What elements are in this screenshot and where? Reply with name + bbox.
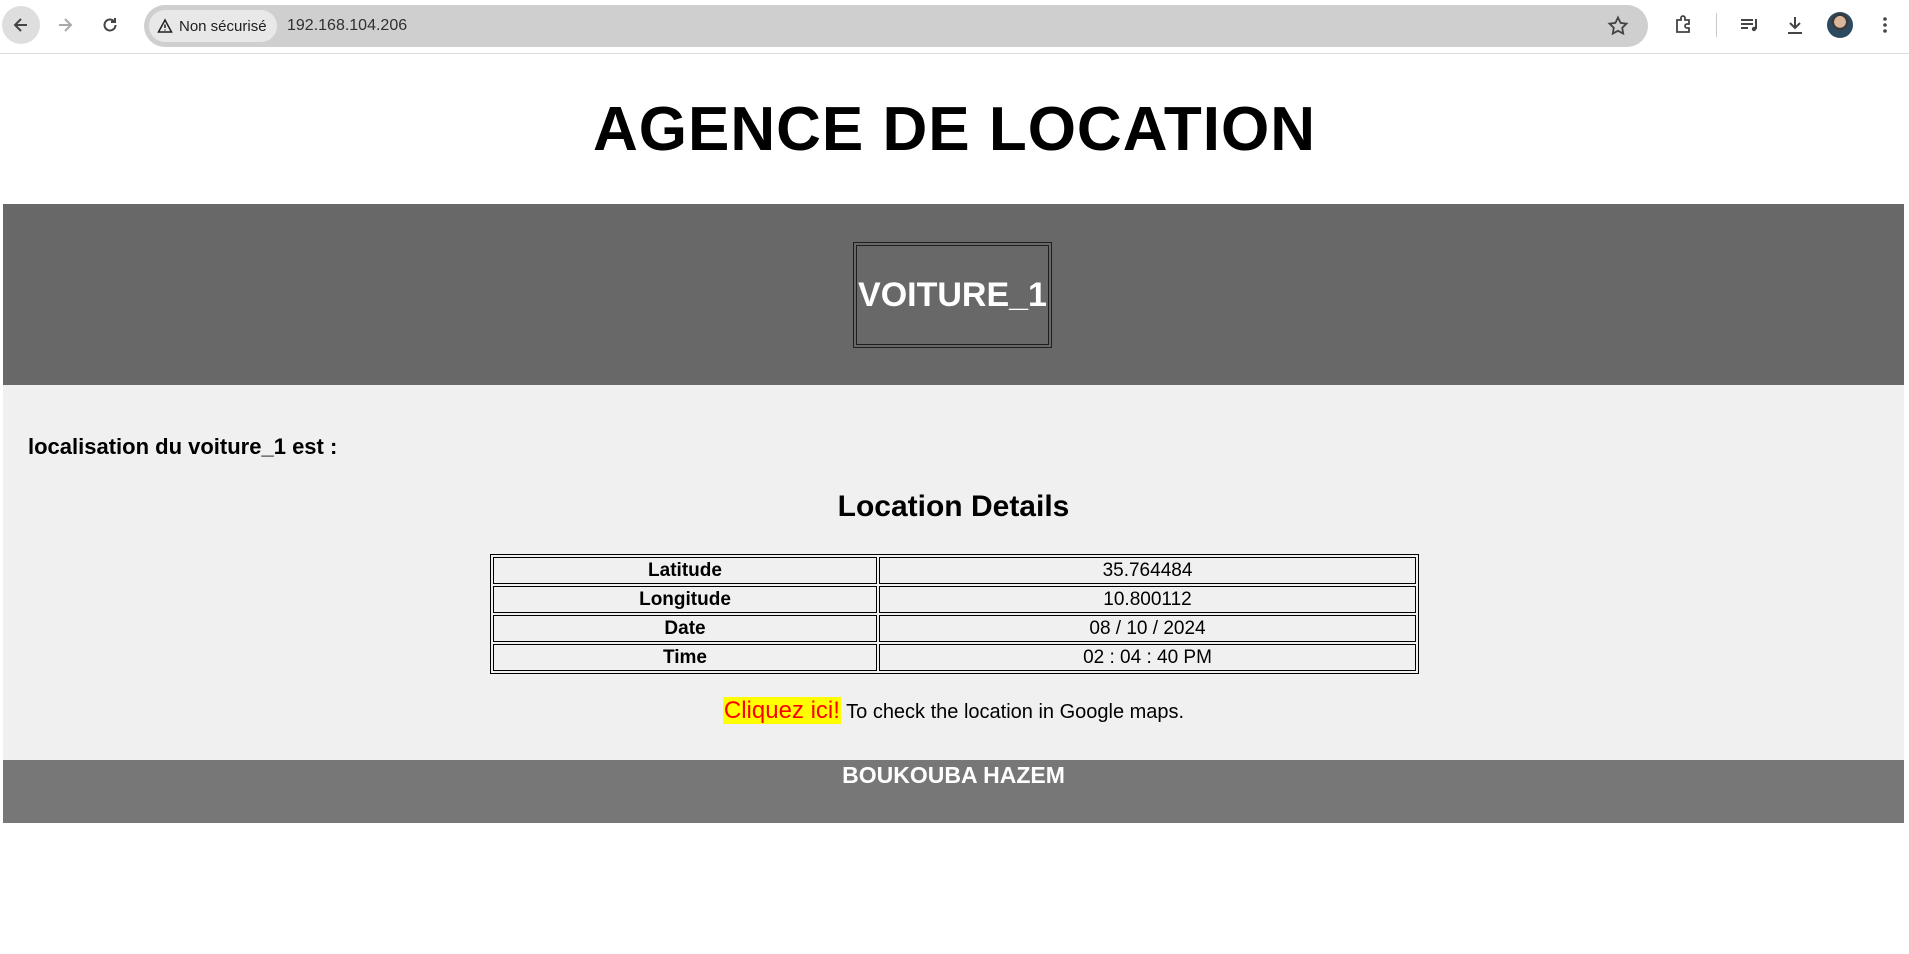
time-label: Time — [493, 644, 877, 671]
profile-avatar[interactable] — [1827, 12, 1853, 38]
longitude-value: 10.800112 — [879, 586, 1416, 613]
location-label: localisation du voiture_1 est : — [28, 434, 338, 459]
arrow-right-icon — [59, 18, 73, 32]
bookmark-button[interactable] — [1606, 14, 1630, 38]
longitude-label: Longitude — [493, 586, 877, 613]
forward-button[interactable] — [46, 6, 84, 44]
more-vertical-icon — [1883, 17, 1887, 33]
media-button[interactable] — [1738, 13, 1762, 37]
maps-link-description: To check the location in Google maps. — [840, 701, 1185, 723]
footer: BOUKOUBA HAZEM — [3, 760, 1904, 823]
back-button[interactable] — [2, 6, 40, 44]
table-row: Longitude 10.800112 — [493, 586, 1416, 613]
security-label: Non sécurisé — [179, 17, 267, 35]
reload-icon — [103, 18, 117, 32]
time-value: 02 : 04 : 40 PM — [879, 644, 1416, 671]
downloads-button[interactable] — [1783, 13, 1807, 37]
download-icon — [1788, 17, 1802, 34]
car-title-box: VOITURE_1 — [853, 242, 1052, 348]
details-title: Location Details — [837, 490, 1070, 523]
date-value: 08 / 10 / 2024 — [879, 615, 1416, 642]
latitude-label: Latitude — [493, 557, 877, 584]
location-section: localisation du voiture_1 est : Location… — [3, 385, 1904, 760]
reload-button[interactable] — [91, 6, 129, 44]
warning-icon — [157, 18, 173, 33]
arrow-left-icon — [13, 18, 27, 32]
toolbar-divider — [1716, 13, 1717, 37]
url-text[interactable]: 192.168.104.206 — [287, 17, 407, 35]
browser-toolbar: Non sécurisé 192.168.104.206 — [0, 0, 1909, 54]
table-row: Date 08 / 10 / 2024 — [493, 615, 1416, 642]
puzzle-icon — [1676, 15, 1690, 33]
extensions-button[interactable] — [1672, 13, 1696, 37]
location-table: Latitude 35.764484 Longitude 10.800112 D… — [490, 554, 1419, 674]
latitude-value: 35.764484 — [879, 557, 1416, 584]
table-row: Time 02 : 04 : 40 PM — [493, 644, 1416, 671]
playlist-icon — [1741, 19, 1757, 32]
table-row: Latitude 35.764484 — [493, 557, 1416, 584]
date-label: Date — [493, 615, 877, 642]
maps-link-line: Cliquez ici! To check the location in Go… — [3, 697, 1904, 725]
address-bar[interactable]: Non sécurisé 192.168.104.206 — [144, 5, 1648, 47]
car-title: VOITURE_1 — [858, 275, 1047, 314]
security-chip[interactable]: Non sécurisé — [149, 10, 277, 42]
star-icon — [1607, 15, 1629, 36]
menu-button[interactable] — [1873, 13, 1897, 37]
google-maps-link[interactable]: Cliquez ici! — [722, 697, 841, 724]
footer-author: BOUKOUBA HAZEM — [842, 762, 1065, 788]
page-title: AGENCE DE LOCATION — [593, 95, 1316, 164]
